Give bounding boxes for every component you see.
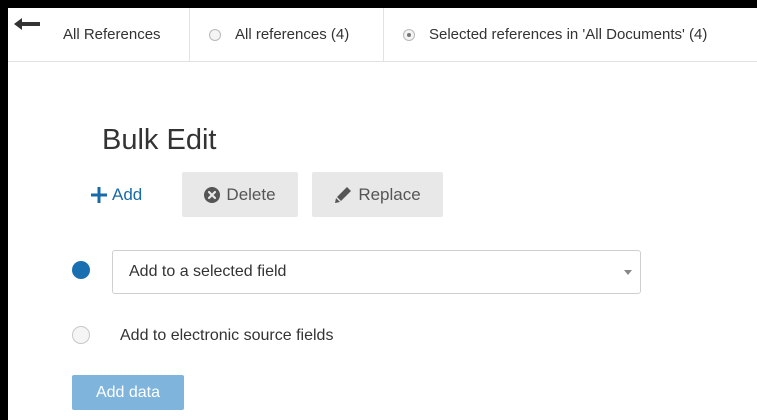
back-arrow-icon[interactable] — [14, 16, 44, 32]
scope-option-all-label: All references (4) — [235, 26, 350, 43]
electronic-source-label: Add to electronic source fields — [120, 327, 334, 344]
caret-down-icon — [624, 270, 632, 275]
pencil-icon — [335, 186, 352, 203]
field-select-value: Add to a selected field — [129, 263, 287, 280]
circle-x-icon — [204, 186, 221, 203]
electronic-source-radio[interactable] — [72, 326, 90, 344]
scope-option-selected-references[interactable]: Selected references in 'All Documents' (… — [384, 8, 757, 61]
delete-button-label: Delete — [226, 184, 276, 204]
delete-button[interactable]: Delete — [182, 172, 298, 217]
top-bar: All References All references (4) Select… — [8, 8, 757, 62]
field-select[interactable]: Add to a selected field — [112, 250, 641, 294]
bulk-edit-panel: All References All references (4) Select… — [8, 8, 757, 420]
replace-button[interactable]: Replace — [312, 172, 443, 217]
scope-radio-selected[interactable] — [403, 28, 415, 41]
tab-all-references[interactable]: All References — [63, 8, 190, 61]
scope-radio-all[interactable] — [209, 28, 221, 41]
page-title: Bulk Edit — [102, 124, 217, 156]
tab-all-references-label: All References — [63, 26, 161, 43]
field-option-radio[interactable] — [72, 261, 90, 279]
add-button[interactable]: Add — [90, 182, 142, 208]
plus-icon — [91, 187, 107, 203]
scope-option-selected-label: Selected references in 'All Documents' (… — [429, 26, 708, 43]
replace-button-label: Replace — [358, 184, 421, 204]
add-button-label: Add — [112, 185, 143, 204]
add-data-button[interactable]: Add data — [72, 375, 184, 410]
scope-option-all-references[interactable]: All references (4) — [190, 8, 384, 61]
